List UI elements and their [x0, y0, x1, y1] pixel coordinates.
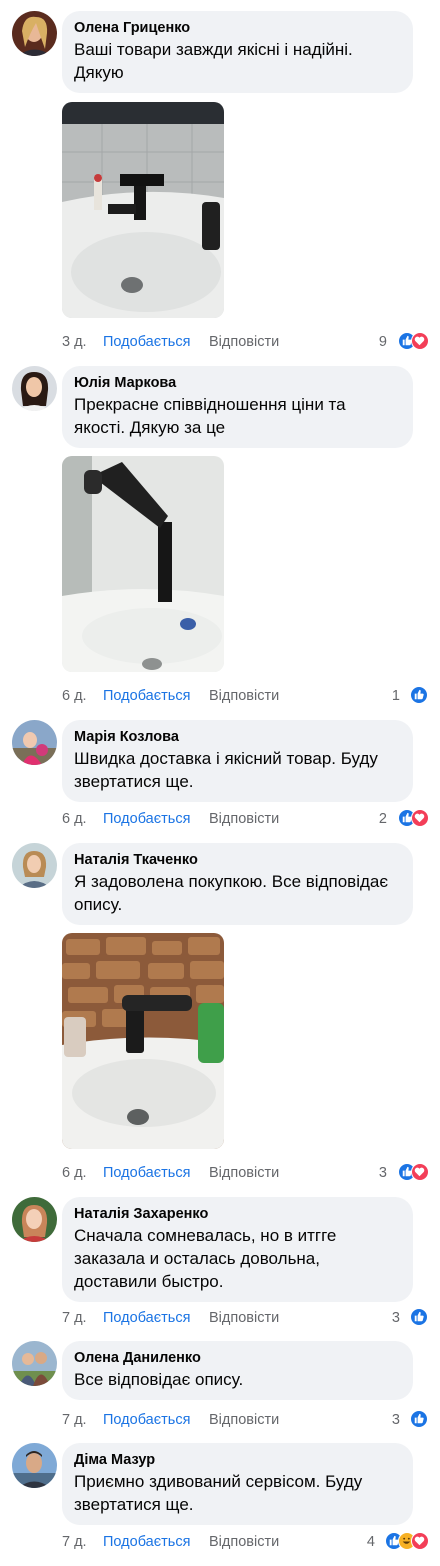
- reply-button[interactable]: Відповісти: [209, 809, 279, 829]
- comment-time[interactable]: 6 д.: [62, 686, 87, 706]
- comment-actions: 6 д. Подобається Відповісти 1: [62, 686, 432, 706]
- comment-actions: 6 д. Подобається Відповісти 2: [62, 809, 432, 829]
- comment-author[interactable]: Наталія Захаренко: [74, 1205, 401, 1223]
- reactions-count[interactable]: 1: [392, 686, 400, 706]
- like-button[interactable]: Подобається: [103, 1163, 190, 1183]
- love-icon[interactable]: [411, 809, 429, 827]
- comment-bubble: Олена Гриценко Ваші товари завжди якісні…: [62, 11, 413, 93]
- reactions-count[interactable]: 2: [379, 809, 387, 829]
- comment-bubble: Наталія Ткаченко Я задоволена покупкою. …: [62, 843, 413, 925]
- comment-author[interactable]: Діма Мазур: [74, 1451, 401, 1469]
- avatar[interactable]: [12, 366, 57, 411]
- reply-button[interactable]: Відповісти: [209, 1163, 279, 1183]
- comment-photo[interactable]: [62, 933, 224, 1149]
- reactions-count[interactable]: 3: [392, 1308, 400, 1328]
- like-button[interactable]: Подобається: [103, 1308, 190, 1328]
- avatar[interactable]: [12, 1197, 57, 1242]
- comment-bubble: Олена Даниленко Все відповідає опису.: [62, 1341, 413, 1400]
- like-button[interactable]: Подобається: [103, 809, 190, 829]
- comment-author[interactable]: Олена Гриценко: [74, 19, 401, 37]
- comment-time[interactable]: 7 д.: [62, 1308, 87, 1328]
- comment-photo[interactable]: [62, 102, 224, 318]
- comment-time[interactable]: 7 д.: [62, 1410, 87, 1430]
- like-button[interactable]: Подобається: [103, 1532, 190, 1552]
- avatar[interactable]: [12, 720, 57, 765]
- comment-time[interactable]: 7 д.: [62, 1532, 87, 1552]
- reactions-count[interactable]: 3: [379, 1163, 387, 1183]
- avatar[interactable]: [12, 11, 57, 56]
- love-icon[interactable]: [411, 332, 429, 350]
- like-icon[interactable]: [410, 686, 428, 704]
- comment-time[interactable]: 6 д.: [62, 1163, 87, 1183]
- comment-photo[interactable]: [62, 456, 224, 672]
- comment-author[interactable]: Юлія Маркова: [74, 374, 401, 392]
- comment-author[interactable]: Марія Козлова: [74, 728, 401, 746]
- reply-button[interactable]: Відповісти: [209, 686, 279, 706]
- comment-bubble: Юлія Маркова Прекрасне співвідношення ці…: [62, 366, 413, 448]
- comment-text: Ваші товари завжди якісні і надійні. Дяк…: [74, 40, 353, 82]
- comment-bubble: Наталія Захаренко Сначала сомневалась, н…: [62, 1197, 413, 1302]
- like-icon[interactable]: [410, 1410, 428, 1428]
- avatar[interactable]: [12, 1443, 57, 1488]
- like-button[interactable]: Подобається: [103, 686, 190, 706]
- reply-button[interactable]: Відповісти: [209, 1532, 279, 1552]
- comment-text: Швидка доставка і якісний товар. Буду зв…: [74, 749, 378, 791]
- comment-author[interactable]: Наталія Ткаченко: [74, 851, 401, 869]
- comment-text: Сначала сомневалась, но в итгге заказала…: [74, 1226, 337, 1291]
- like-icon[interactable]: [410, 1308, 428, 1326]
- comment-actions: 3 д. Подобається Відповісти 9: [62, 332, 432, 352]
- comment-actions: 7 д. Подобається Відповісти 4: [62, 1532, 432, 1552]
- comment-text: Я задоволена покупкою. Все відповідає оп…: [74, 872, 389, 914]
- reply-button[interactable]: Відповісти: [209, 1410, 279, 1430]
- comment-actions: 7 д. Подобається Відповісти 3: [62, 1410, 432, 1430]
- comment-text: Приємно здивований сервісом. Буду зверта…: [74, 1472, 363, 1514]
- reactions-count[interactable]: 9: [379, 332, 387, 352]
- love-icon[interactable]: [411, 1163, 429, 1181]
- comment-bubble: Діма Мазур Приємно здивований сервісом. …: [62, 1443, 413, 1525]
- reactions-count[interactable]: 3: [392, 1410, 400, 1430]
- comment-text: Все відповідає опису.: [74, 1370, 244, 1389]
- comment-bubble: Марія Козлова Швидка доставка і якісний …: [62, 720, 413, 802]
- like-button[interactable]: Подобається: [103, 1410, 190, 1430]
- comment-actions: 7 д. Подобається Відповісти 3: [62, 1308, 432, 1328]
- avatar[interactable]: [12, 843, 57, 888]
- comment-actions: 6 д. Подобається Відповісти 3: [62, 1163, 432, 1183]
- comment-time[interactable]: 3 д.: [62, 332, 87, 352]
- reactions-count[interactable]: 4: [367, 1532, 375, 1552]
- love-icon[interactable]: [411, 1532, 429, 1550]
- like-button[interactable]: Подобається: [103, 332, 190, 352]
- comment-author[interactable]: Олена Даниленко: [74, 1349, 401, 1367]
- reply-button[interactable]: Відповісти: [209, 1308, 279, 1328]
- avatar[interactable]: [12, 1341, 57, 1386]
- reply-button[interactable]: Відповісти: [209, 332, 279, 352]
- comment-text: Прекрасне співвідношення ціни та якості.…: [74, 395, 346, 437]
- comment-time[interactable]: 6 д.: [62, 809, 87, 829]
